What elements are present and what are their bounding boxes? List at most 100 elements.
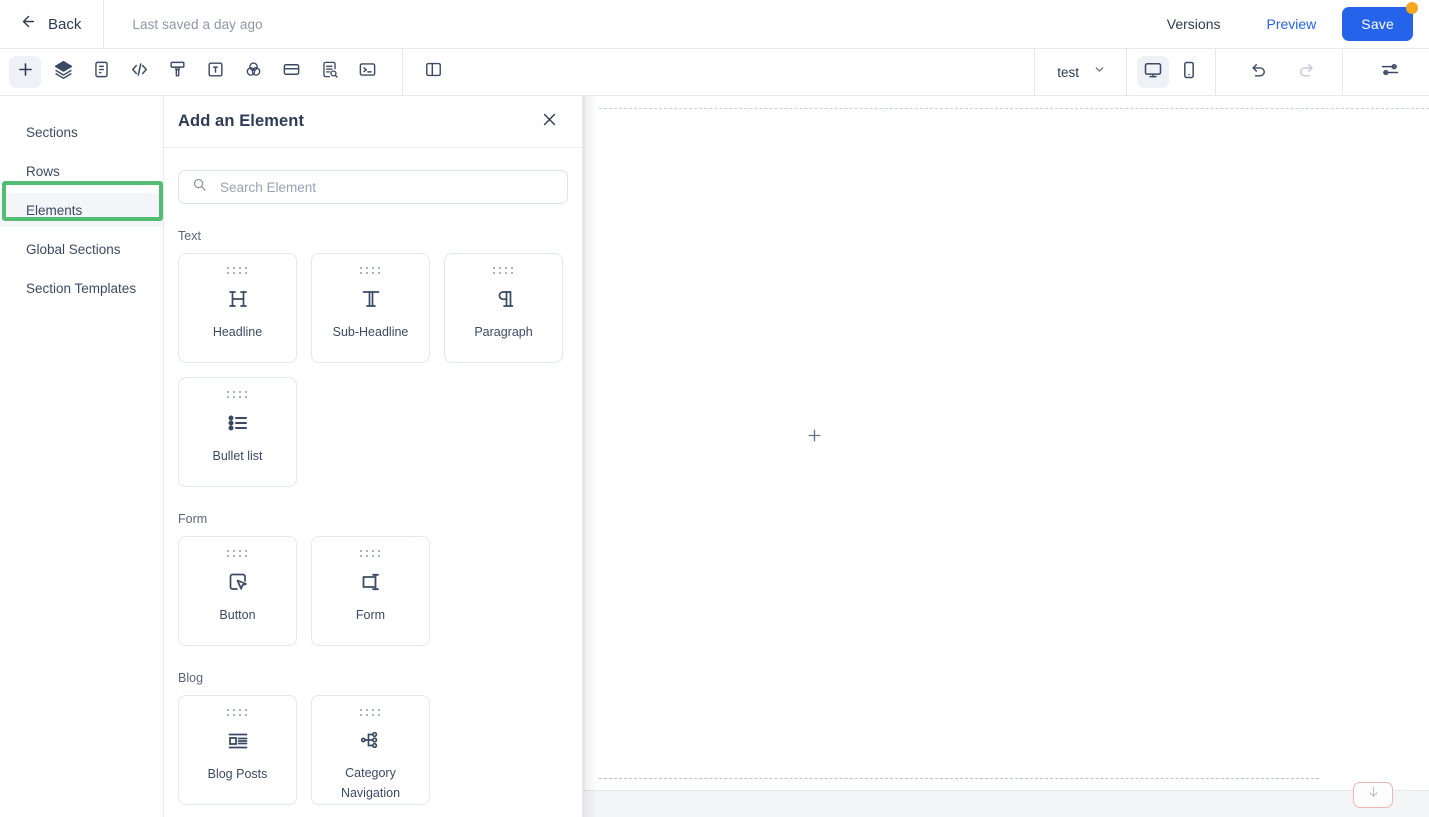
drag-dots-icon[interactable] bbox=[227, 267, 248, 274]
canvas-page[interactable] bbox=[585, 96, 1429, 790]
undo-button[interactable] bbox=[1243, 56, 1275, 88]
element-grid-text: Headline Sub-Headline Paragraph Bullet l… bbox=[178, 253, 568, 487]
device-mobile-button[interactable] bbox=[1173, 56, 1205, 88]
section-boundary-bottom bbox=[599, 778, 1319, 779]
brush-tool[interactable] bbox=[161, 56, 193, 88]
tool-group-main bbox=[0, 49, 386, 96]
save-button-wrapper: Save bbox=[1338, 2, 1418, 41]
subheadline-t-icon bbox=[359, 285, 383, 313]
divider bbox=[402, 48, 403, 96]
add-element-panel: Add an Element Text bbox=[164, 96, 583, 817]
drag-dots-icon[interactable] bbox=[227, 391, 248, 398]
page-title: Add an Element bbox=[178, 112, 305, 130]
sidebar-item-global-sections[interactable]: Global Sections bbox=[0, 232, 163, 266]
page-document-tool[interactable] bbox=[85, 56, 117, 88]
editor-toolbar: test bbox=[0, 48, 1429, 96]
sidebar-item-elements[interactable]: Elements bbox=[0, 193, 163, 227]
search-element-box[interactable] bbox=[178, 170, 568, 204]
redo-button[interactable] bbox=[1289, 56, 1321, 88]
save-button[interactable]: Save bbox=[1342, 7, 1413, 41]
typography-tool[interactable] bbox=[199, 56, 231, 88]
undo-icon bbox=[1250, 60, 1269, 84]
seo-tool[interactable] bbox=[313, 56, 345, 88]
device-preview-group bbox=[1127, 49, 1215, 96]
element-card-paragraph[interactable]: Paragraph bbox=[444, 253, 563, 363]
category-title-blog: Blog bbox=[178, 671, 204, 685]
card-tool[interactable] bbox=[275, 56, 307, 88]
element-label: Sub-Headline bbox=[332, 325, 409, 339]
page-document-icon bbox=[92, 60, 111, 84]
last-saved-status: Last saved a day ago bbox=[132, 16, 263, 32]
redo-icon bbox=[1296, 60, 1315, 84]
element-card-button[interactable]: Button bbox=[178, 536, 297, 646]
drag-dots-icon[interactable] bbox=[227, 550, 248, 557]
add-section-button[interactable] bbox=[806, 427, 823, 449]
sliders-icon bbox=[1380, 60, 1400, 85]
editor-settings-button[interactable] bbox=[1374, 56, 1406, 88]
drag-dots-icon[interactable] bbox=[493, 267, 514, 274]
search-input[interactable] bbox=[218, 178, 554, 196]
element-card-headline[interactable]: Headline bbox=[178, 253, 297, 363]
category-title-form: Form bbox=[178, 512, 208, 526]
canvas-footer-strip bbox=[583, 790, 1429, 817]
drag-dots-icon[interactable] bbox=[227, 709, 248, 716]
code-tool[interactable] bbox=[123, 56, 155, 88]
element-grid-blog: Blog Posts Category Navigation bbox=[178, 695, 568, 805]
device-desktop-button[interactable] bbox=[1137, 56, 1169, 88]
element-card-category-navigation[interactable]: Category Navigation bbox=[311, 695, 430, 805]
panel-header: Add an Element bbox=[164, 96, 582, 148]
layers-tool[interactable] bbox=[47, 56, 79, 88]
form-input-icon bbox=[359, 568, 383, 596]
search-icon bbox=[192, 177, 207, 197]
sidebar-item-label: Elements bbox=[26, 202, 83, 218]
color-palette-icon bbox=[244, 60, 263, 84]
seo-document-search-icon bbox=[320, 60, 339, 84]
terminal-icon bbox=[358, 60, 377, 84]
element-label: Form bbox=[355, 608, 386, 622]
back-button[interactable]: Back bbox=[0, 0, 103, 49]
drag-dots-icon[interactable] bbox=[360, 709, 381, 716]
split-panel-icon bbox=[424, 60, 443, 84]
panel-body: Text Headline bbox=[164, 148, 582, 817]
sidebar-item-sections[interactable]: Sections bbox=[0, 115, 163, 149]
brush-icon bbox=[168, 60, 187, 84]
element-card-sub-headline[interactable]: Sub-Headline bbox=[311, 253, 430, 363]
add-element-tool[interactable] bbox=[9, 56, 41, 88]
drag-dots-icon[interactable] bbox=[360, 550, 381, 557]
element-label: Category Navigation bbox=[340, 765, 401, 801]
toggle-side-panel-button[interactable] bbox=[417, 56, 449, 88]
top-bar: Back Last saved a day ago Versions Previ… bbox=[0, 0, 1429, 49]
code-icon bbox=[130, 60, 149, 84]
close-panel-button[interactable] bbox=[538, 111, 560, 133]
typography-icon bbox=[206, 60, 225, 84]
element-card-bullet-list[interactable]: Bullet list bbox=[178, 377, 297, 487]
sidebar-item-section-templates[interactable]: Section Templates bbox=[0, 271, 163, 305]
canvas-area bbox=[583, 96, 1429, 817]
terminal-tool[interactable] bbox=[351, 56, 383, 88]
versions-button[interactable]: Versions bbox=[1143, 16, 1245, 32]
page-selector[interactable]: test bbox=[1035, 49, 1126, 96]
scroll-down-indicator[interactable] bbox=[1353, 782, 1393, 808]
add-element-icon bbox=[16, 60, 35, 84]
sidebar-item-rows[interactable]: Rows bbox=[0, 154, 163, 188]
panel-shadow bbox=[583, 96, 597, 817]
element-label: Blog Posts bbox=[207, 767, 268, 781]
element-label: Bullet list bbox=[212, 449, 263, 463]
headline-h-icon bbox=[226, 285, 250, 313]
back-label: Back bbox=[48, 15, 82, 33]
unsaved-changes-badge bbox=[1406, 2, 1418, 14]
preview-button[interactable]: Preview bbox=[1244, 16, 1338, 32]
sidebar-item-label: Global Sections bbox=[26, 241, 121, 257]
chevron-down-icon bbox=[1093, 63, 1106, 81]
element-card-form[interactable]: Form bbox=[311, 536, 430, 646]
category-title-text: Text bbox=[178, 229, 201, 243]
element-grid-form: Button Form bbox=[178, 536, 568, 646]
element-label: Button bbox=[219, 608, 256, 622]
page-builder-app: Back Last saved a day ago Versions Previ… bbox=[0, 0, 1429, 817]
element-card-blog-posts[interactable]: Blog Posts bbox=[178, 695, 297, 805]
drag-dots-icon[interactable] bbox=[360, 267, 381, 274]
settings-group bbox=[1343, 49, 1429, 96]
color-palette-tool[interactable] bbox=[237, 56, 269, 88]
paragraph-pilcrow-icon bbox=[492, 285, 516, 313]
layers-icon bbox=[54, 60, 73, 84]
